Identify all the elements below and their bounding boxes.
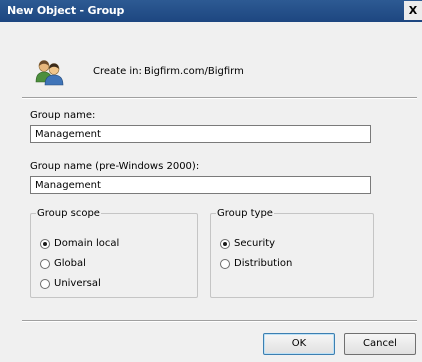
group-users-icon: [35, 60, 64, 86]
cancel-button[interactable]: Cancel: [344, 333, 416, 355]
radio-domain-local[interactable]: Domain local: [40, 238, 119, 252]
close-icon: X: [408, 4, 418, 17]
radio-button[interactable]: [40, 238, 50, 249]
close-button[interactable]: X: [404, 1, 422, 20]
radio-button[interactable]: [40, 278, 50, 289]
radio-universal[interactable]: Universal: [40, 278, 101, 292]
radio-button[interactable]: [40, 258, 50, 269]
radio-label: Domain local: [54, 238, 120, 249]
radio-global[interactable]: Global: [40, 258, 86, 272]
radio-label: Distribution: [234, 258, 293, 269]
create-in-label: Create in:: [93, 66, 142, 77]
group-type-box: Group type Security Distribution: [210, 208, 374, 298]
title-bar: New Object - Group X: [0, 0, 422, 22]
radio-button[interactable]: [220, 258, 230, 269]
group-name-input[interactable]: Management: [30, 125, 371, 143]
footer-separator: [22, 320, 417, 322]
radio-label: Universal: [54, 278, 101, 289]
header-separator: [22, 97, 417, 99]
group-scope-legend: Group scope: [37, 208, 100, 219]
group-type-legend: Group type: [217, 208, 273, 219]
group-name-label: Group name:: [30, 110, 96, 121]
window-title: New Object - Group: [7, 4, 125, 17]
group-name-pre2000-input[interactable]: Management: [30, 176, 371, 194]
radio-distribution[interactable]: Distribution: [220, 258, 292, 272]
group-name-pre2000-label: Group name (pre-Windows 2000):: [30, 161, 200, 172]
group-scope-box: Group scope Domain local Global Universa…: [30, 208, 198, 298]
ok-button[interactable]: OK: [263, 333, 335, 355]
radio-button[interactable]: [220, 238, 230, 249]
radio-label: Security: [234, 238, 276, 249]
radio-security[interactable]: Security: [220, 238, 275, 252]
radio-label: Global: [54, 258, 86, 269]
create-in-path: Bigfirm.com/Bigfirm: [144, 66, 244, 77]
